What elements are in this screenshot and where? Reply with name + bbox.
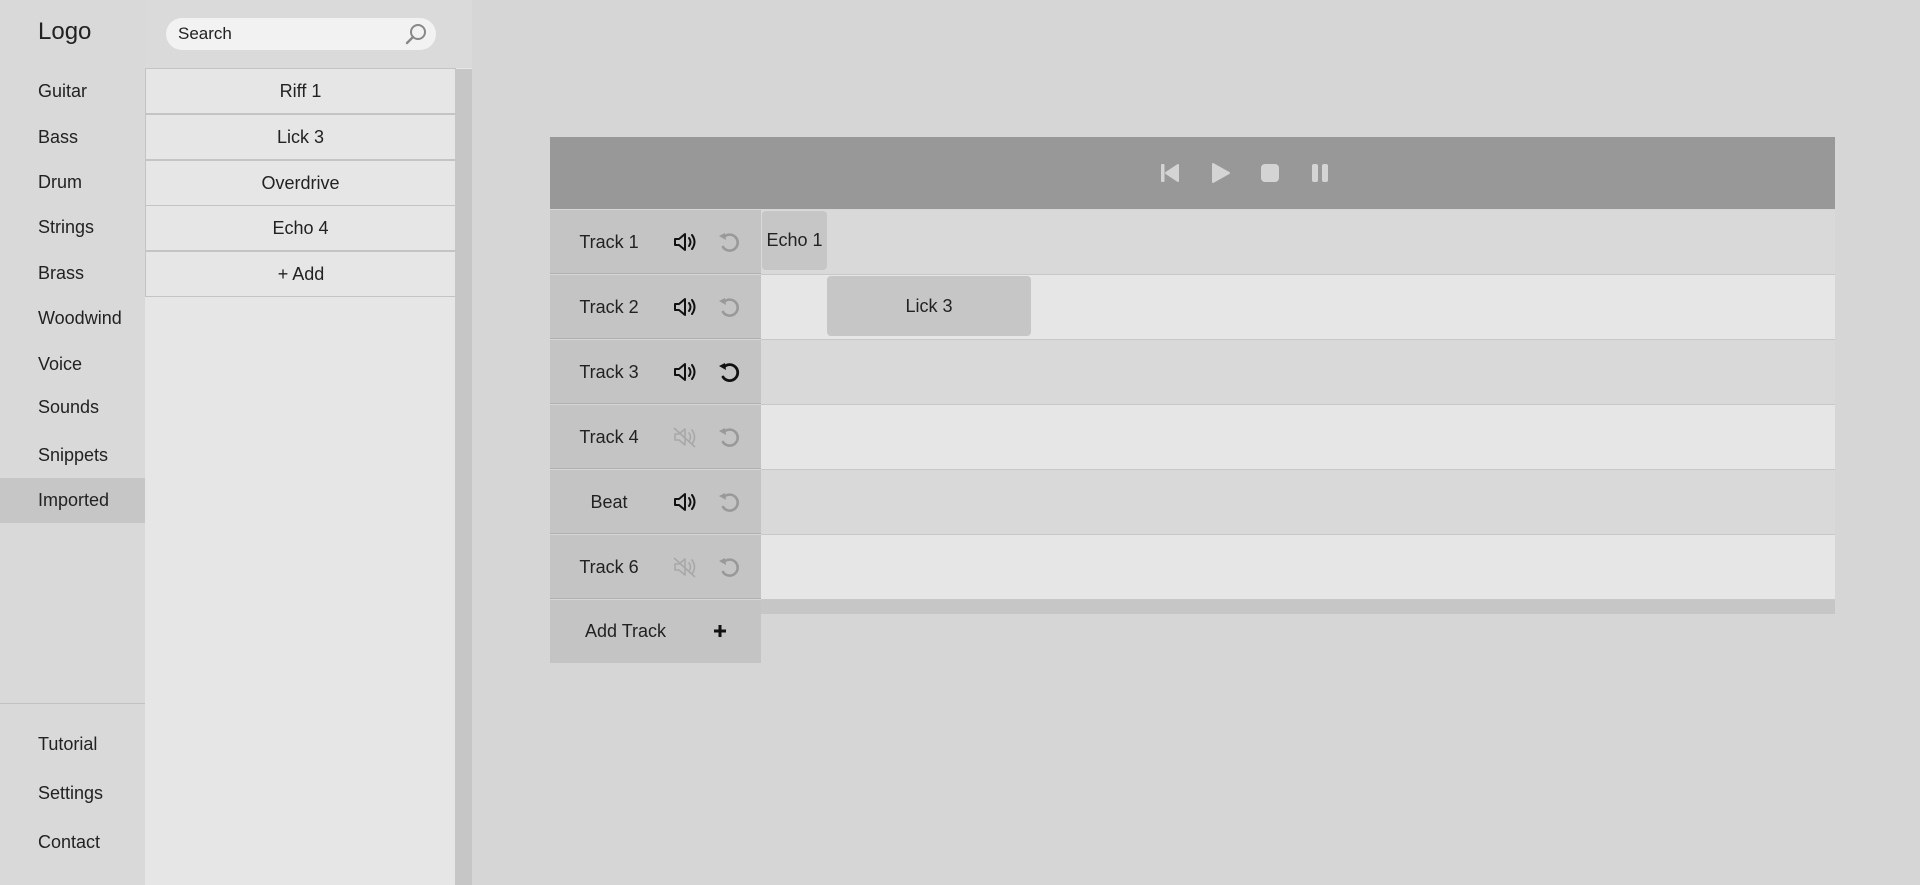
search-bar: [145, 0, 472, 68]
track-header: Track 1: [550, 210, 761, 274]
add-track-button[interactable]: Add Track: [550, 600, 761, 663]
nav-item-guitar[interactable]: Guitar: [0, 69, 145, 114]
search-input[interactable]: [166, 18, 436, 50]
track-header: Track 4: [550, 405, 761, 469]
stop-icon[interactable]: [1258, 161, 1282, 185]
pause-icon[interactable]: [1308, 161, 1332, 185]
clip-echo-1[interactable]: Echo 1: [762, 211, 827, 270]
track-lane[interactable]: Lick 3: [761, 275, 1835, 340]
nav-divider: [0, 703, 145, 704]
track-name[interactable]: Track 6: [550, 535, 668, 599]
nav-item-brass[interactable]: Brass: [0, 251, 145, 296]
track-header: Track 6: [550, 535, 761, 599]
loop-icon[interactable]: [716, 423, 744, 451]
logo[interactable]: Logo: [38, 18, 91, 46]
library-add-button[interactable]: + Add: [145, 251, 457, 297]
library-item-riff-1[interactable]: Riff 1: [145, 68, 456, 114]
track-header: Beat: [550, 470, 761, 534]
volume-icon[interactable]: [671, 358, 699, 386]
track-name[interactable]: Track 3: [550, 340, 668, 404]
search-icon[interactable]: [404, 22, 428, 46]
track-name[interactable]: Track 2: [550, 275, 668, 339]
nav-item-snippets[interactable]: Snippets: [0, 433, 145, 478]
nav-item-contact[interactable]: Contact: [0, 820, 145, 865]
volume-icon[interactable]: [671, 293, 699, 321]
track-lane[interactable]: [761, 535, 1835, 600]
loop-icon[interactable]: [716, 358, 744, 386]
library-scrollbar[interactable]: [455, 69, 472, 885]
track-name[interactable]: Beat: [550, 470, 668, 534]
nav-item-sounds[interactable]: Sounds: [0, 385, 145, 430]
loop-icon[interactable]: [716, 553, 744, 581]
volume-icon[interactable]: [671, 228, 699, 256]
transport-bar: [550, 137, 1835, 209]
skip-back-icon[interactable]: [1158, 161, 1182, 185]
track-name[interactable]: Track 1: [550, 210, 668, 274]
nav-item-woodwind[interactable]: Woodwind: [0, 296, 145, 341]
library-item-overdrive[interactable]: Overdrive: [145, 160, 456, 206]
library-panel: Riff 1 Lick 3 Overdrive Echo 4 + Add: [145, 0, 472, 885]
nav-item-voice[interactable]: Voice: [0, 342, 145, 387]
nav-item-bass[interactable]: Bass: [0, 115, 145, 160]
track-lane[interactable]: Echo 1: [761, 210, 1835, 275]
track-lane[interactable]: [761, 340, 1835, 405]
muted-volume-icon[interactable]: [671, 553, 699, 581]
track-header: Track 3: [550, 340, 761, 404]
plus-icon: [714, 625, 726, 637]
muted-volume-icon[interactable]: [671, 423, 699, 451]
nav-item-settings[interactable]: Settings: [0, 771, 145, 816]
main-nav: Logo Guitar Bass Drum Strings Brass Wood…: [0, 0, 145, 885]
loop-icon[interactable]: [716, 228, 744, 256]
library-item-lick-3[interactable]: Lick 3: [145, 114, 456, 160]
library-item-echo-4[interactable]: Echo 4: [145, 205, 456, 251]
track-lane[interactable]: [761, 470, 1835, 535]
timeline-scrollbar[interactable]: [761, 600, 1835, 614]
track-name[interactable]: Track 4: [550, 405, 668, 469]
add-track-label: Add Track: [585, 621, 667, 641]
track-lane[interactable]: [761, 405, 1835, 470]
nav-item-imported[interactable]: Imported: [0, 478, 145, 523]
volume-icon[interactable]: [671, 488, 699, 516]
loop-icon[interactable]: [716, 488, 744, 516]
play-icon[interactable]: [1208, 161, 1232, 185]
nav-item-drum[interactable]: Drum: [0, 160, 145, 205]
loop-icon[interactable]: [716, 293, 744, 321]
nav-item-strings[interactable]: Strings: [0, 205, 145, 250]
nav-item-tutorial[interactable]: Tutorial: [0, 722, 145, 767]
track-header: Track 2: [550, 275, 761, 339]
clip-lick-3[interactable]: Lick 3: [827, 276, 1031, 336]
